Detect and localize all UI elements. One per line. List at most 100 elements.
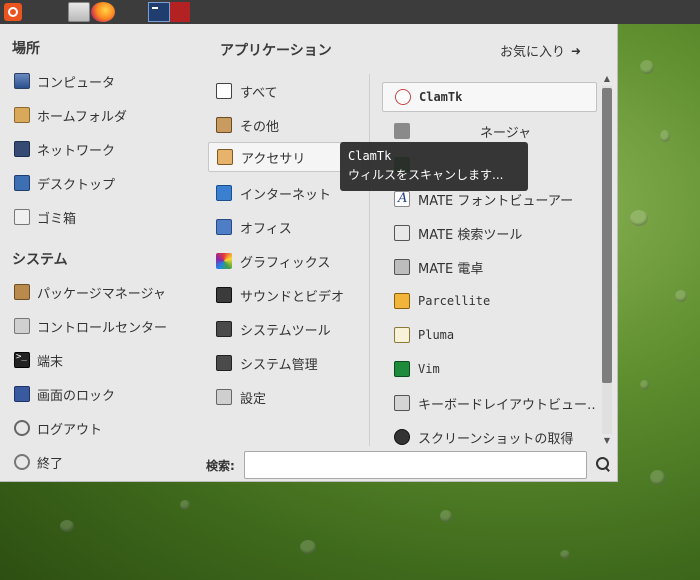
scroll-track[interactable] — [602, 86, 612, 434]
favorites-button[interactable]: お気に入り ➜ — [500, 41, 581, 61]
place-label: ネットワーク — [37, 143, 116, 159]
system-label: パッケージマネージャ — [37, 286, 166, 302]
app-pluma[interactable]: Pluma — [382, 320, 597, 350]
category-label: その他 — [240, 119, 280, 135]
category-label: すべて — [240, 85, 278, 101]
logout-icon — [14, 420, 30, 436]
system-terminal[interactable]: 端末 — [14, 348, 63, 372]
graphics-icon — [216, 253, 232, 269]
search-tool-icon — [394, 225, 410, 241]
applications-title: アプリケーション — [220, 43, 332, 59]
tooltip-title: ClamTk — [348, 149, 392, 163]
search-icon[interactable] — [594, 456, 612, 474]
app-vim[interactable]: Vim — [382, 354, 597, 384]
mate-menu-icon[interactable] — [4, 3, 22, 21]
place-label: デスクトップ — [37, 177, 116, 193]
category-label: システム管理 — [240, 357, 318, 373]
category-label: グラフィックス — [240, 255, 331, 271]
app-label: MATE 検索ツール — [418, 227, 523, 243]
place-label: コンピュータ — [37, 75, 116, 91]
power-icon — [14, 454, 30, 470]
place-computer[interactable]: コンピュータ — [14, 69, 115, 93]
place-home-folder[interactable]: ホームフォルダ — [14, 103, 127, 127]
trash-icon — [14, 209, 30, 225]
apps-scrollbar[interactable]: ▲ ▼ — [600, 74, 614, 446]
category-system-admin[interactable]: システム管理 — [208, 348, 363, 378]
category-other[interactable]: その他 — [208, 110, 363, 140]
system-shutdown[interactable]: 終了 — [14, 450, 63, 474]
terminal-window-icon[interactable] — [148, 2, 170, 22]
app-label: MATE 電卓 — [418, 261, 484, 277]
system-label: コントロールセンター — [37, 320, 168, 336]
system-label: 画面のロック — [37, 388, 116, 404]
system-logout[interactable]: ログアウト — [14, 416, 102, 440]
app-label: Vim — [418, 362, 440, 376]
pluma-icon — [394, 327, 410, 343]
office-icon — [216, 219, 232, 235]
place-trash[interactable]: ゴミ箱 — [14, 205, 76, 229]
system-lock-screen[interactable]: 画面のロック — [14, 382, 115, 406]
scroll-up-arrow-icon[interactable]: ▲ — [602, 74, 612, 84]
search-label: 検索: — [206, 459, 235, 473]
category-settings[interactable]: 設定 — [208, 382, 363, 412]
category-label: アクセサリ — [241, 151, 306, 167]
top-panel — [0, 0, 700, 24]
file-manager-icon[interactable] — [68, 2, 90, 22]
scroll-thumb[interactable] — [602, 88, 612, 383]
category-label: インターネット — [240, 187, 332, 203]
keyboard-layout-icon — [394, 395, 410, 411]
search-input[interactable] — [244, 451, 587, 479]
app-label: キーボードレイアウトビュー… — [418, 397, 597, 413]
place-label: ホームフォルダ — [37, 109, 127, 125]
network-icon — [14, 141, 30, 157]
places-title: 場所 — [12, 41, 40, 57]
category-label: オフィス — [240, 221, 292, 237]
app-label: ClamTk — [419, 90, 463, 104]
firefox-icon[interactable] — [91, 2, 115, 22]
place-network[interactable]: ネットワーク — [14, 137, 115, 161]
screenshot-icon — [394, 429, 410, 445]
calculator-icon — [394, 259, 410, 275]
category-graphics[interactable]: グラフィックス — [208, 246, 363, 276]
tooltip-description: ウィルスをスキャンします... — [348, 168, 504, 182]
system-label: 端末 — [37, 354, 64, 370]
control-center-icon — [14, 318, 30, 334]
system-tools-icon — [216, 321, 232, 337]
app-clamtk[interactable]: ClamTk — [382, 82, 597, 112]
lock-screen-icon — [14, 386, 30, 402]
desktop-icon — [14, 175, 30, 191]
system-package-manager[interactable]: パッケージマネージャ — [14, 280, 166, 304]
vim-icon — [394, 361, 410, 377]
parcellite-icon — [394, 293, 410, 309]
computer-icon — [14, 73, 30, 89]
app-window-icon[interactable] — [170, 2, 190, 22]
app-search-tool[interactable]: MATE 検索ツール — [382, 218, 597, 248]
clamtk-tooltip: ClamTk ウィルスをスキャンします... — [340, 142, 528, 191]
settings-icon — [216, 389, 232, 405]
category-all[interactable]: すべて — [208, 76, 363, 106]
column-divider — [369, 74, 370, 446]
app-calculator[interactable]: MATE 電卓 — [382, 252, 597, 282]
category-sound-video[interactable]: サウンドとビデオ — [208, 280, 363, 310]
system-control-center[interactable]: コントロールセンター — [14, 314, 167, 338]
app-keyboard-layout[interactable]: キーボードレイアウトビュー… — [382, 388, 597, 418]
category-system-tools[interactable]: システムツール — [208, 314, 363, 344]
package-icon — [14, 284, 30, 300]
internet-icon — [216, 185, 232, 201]
app-label: ネージャ — [480, 125, 532, 141]
app-label: MATE フォントビューアー — [418, 193, 574, 209]
scroll-down-arrow-icon[interactable]: ▼ — [602, 436, 612, 446]
category-label: 設定 — [240, 391, 267, 407]
system-title: システム — [12, 252, 68, 268]
category-label: サウンドとビデオ — [240, 289, 345, 305]
category-label: システムツール — [240, 323, 331, 339]
app-parcellite[interactable]: Parcellite — [382, 286, 597, 316]
category-office[interactable]: オフィス — [208, 212, 363, 242]
accessories-icon — [217, 149, 233, 165]
font-viewer-icon — [394, 191, 410, 207]
place-desktop[interactable]: デスクトップ — [14, 171, 115, 195]
app-screenshot[interactable]: スクリーンショットの取得 — [382, 422, 597, 452]
sound-video-icon — [216, 287, 232, 303]
other-icon — [216, 117, 232, 133]
app-label: Pluma — [418, 328, 455, 342]
